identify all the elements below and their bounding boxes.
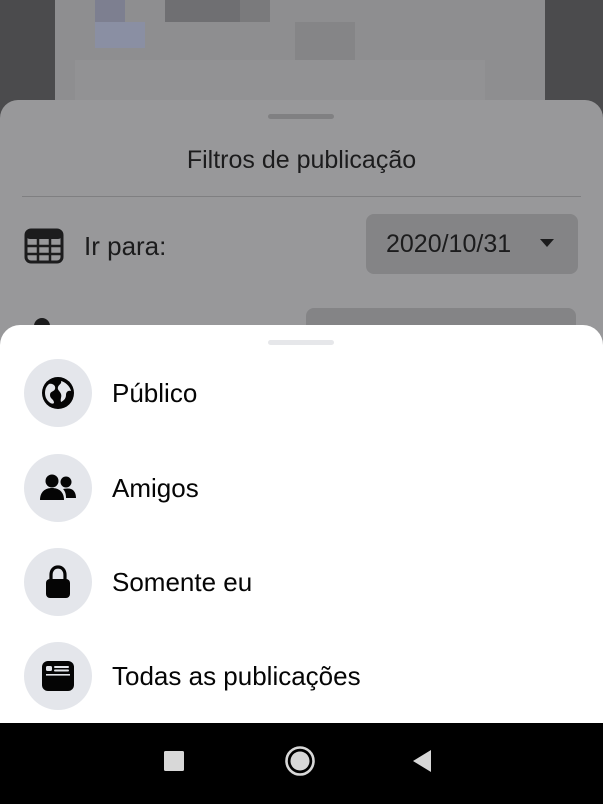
- background-post-image: [55, 0, 545, 105]
- option-public[interactable]: Público: [0, 359, 603, 443]
- all-posts-icon: [24, 642, 92, 710]
- back-icon: [411, 749, 433, 778]
- sheet-handle[interactable]: [268, 114, 334, 119]
- recents-button[interactable]: [134, 723, 214, 804]
- option-friends[interactable]: Amigos: [0, 454, 603, 538]
- sheet-handle[interactable]: [268, 340, 334, 345]
- sheet-title: Filtros de publicação: [186, 146, 417, 174]
- divider: [22, 196, 581, 197]
- option-all-posts[interactable]: Todas as publicações: [0, 642, 603, 726]
- option-label: Somente eu: [112, 567, 253, 597]
- option-label: Público: [112, 378, 198, 408]
- lock-icon: [24, 548, 92, 616]
- recents-icon: [164, 751, 184, 776]
- option-label: Amigos: [112, 473, 199, 503]
- calendar-icon: [24, 226, 64, 266]
- option-label: Todas as publicações: [112, 661, 361, 691]
- date-value: 2020/10/31: [386, 230, 512, 258]
- friends-icon: [24, 454, 92, 522]
- caret-down-icon: [540, 239, 554, 247]
- back-button[interactable]: [382, 723, 462, 804]
- option-only-me[interactable]: Somente eu: [0, 548, 603, 632]
- go-to-label: Ir para:: [84, 231, 167, 261]
- home-button[interactable]: [260, 723, 340, 804]
- system-nav-bar: [0, 723, 603, 804]
- go-to-date-row[interactable]: Ir para: 2020/10/31: [22, 214, 578, 278]
- privacy-options-sheet: Público Amigos Somente eu Todas as publi…: [0, 325, 603, 723]
- home-icon: [284, 745, 316, 782]
- date-dropdown[interactable]: 2020/10/31: [366, 214, 578, 274]
- globe-icon: [24, 359, 92, 427]
